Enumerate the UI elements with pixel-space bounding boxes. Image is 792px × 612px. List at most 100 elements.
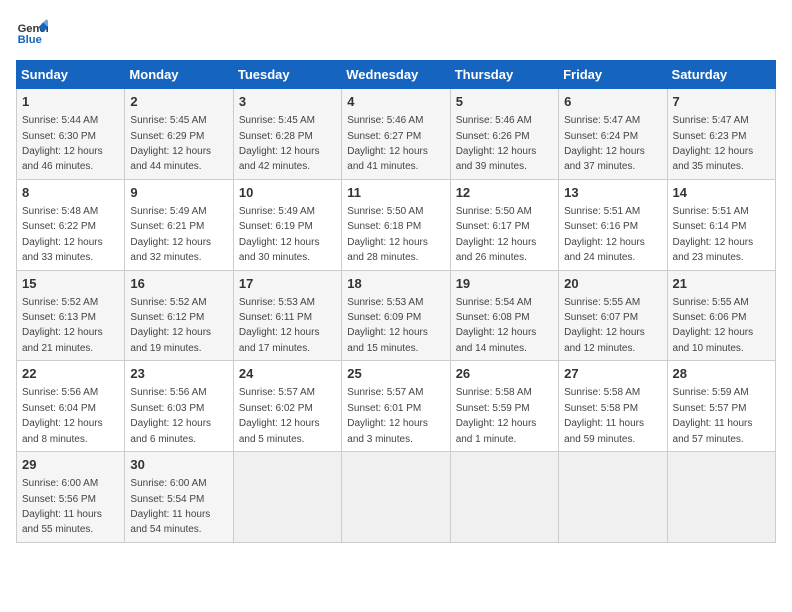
calendar-day-cell: 26 Sunrise: 5:58 AM Sunset: 5:59 PM Dayl… [450, 361, 558, 452]
day-number: 28 [673, 365, 770, 383]
sunrise-info: Sunrise: 5:53 AM [239, 297, 315, 308]
sunset-info: Sunset: 6:27 PM [347, 131, 421, 142]
sunrise-info: Sunrise: 5:49 AM [239, 206, 315, 217]
day-number: 18 [347, 275, 444, 293]
sunrise-info: Sunrise: 5:51 AM [673, 206, 749, 217]
column-header-saturday: Saturday [667, 61, 775, 89]
day-number: 30 [130, 456, 227, 474]
calendar-week-row: 15 Sunrise: 5:52 AM Sunset: 6:13 PM Dayl… [17, 270, 776, 361]
calendar-day-cell [450, 452, 558, 543]
sunrise-info: Sunrise: 5:45 AM [239, 115, 315, 126]
daylight-info: Daylight: 12 hours and 44 minutes. [130, 146, 211, 172]
sunrise-info: Sunrise: 5:52 AM [130, 297, 206, 308]
sunset-info: Sunset: 5:58 PM [564, 403, 638, 414]
daylight-info: Daylight: 12 hours and 26 minutes. [456, 237, 537, 263]
sunset-info: Sunset: 6:16 PM [564, 221, 638, 232]
calendar-day-cell: 12 Sunrise: 5:50 AM Sunset: 6:17 PM Dayl… [450, 179, 558, 270]
logo: General Blue [16, 16, 48, 48]
daylight-info: Daylight: 11 hours and 55 minutes. [22, 509, 102, 535]
daylight-info: Daylight: 12 hours and 28 minutes. [347, 237, 428, 263]
sunset-info: Sunset: 6:19 PM [239, 221, 313, 232]
calendar-day-cell: 3 Sunrise: 5:45 AM Sunset: 6:28 PM Dayli… [233, 89, 341, 180]
sunset-info: Sunset: 6:21 PM [130, 221, 204, 232]
calendar-day-cell: 5 Sunrise: 5:46 AM Sunset: 6:26 PM Dayli… [450, 89, 558, 180]
sunset-info: Sunset: 5:56 PM [22, 494, 96, 505]
sunset-info: Sunset: 6:07 PM [564, 312, 638, 323]
daylight-info: Daylight: 12 hours and 24 minutes. [564, 237, 645, 263]
sunset-info: Sunset: 6:26 PM [456, 131, 530, 142]
calendar-day-cell: 22 Sunrise: 5:56 AM Sunset: 6:04 PM Dayl… [17, 361, 125, 452]
day-number: 16 [130, 275, 227, 293]
daylight-info: Daylight: 12 hours and 8 minutes. [22, 418, 103, 444]
day-number: 6 [564, 93, 661, 111]
calendar-day-cell: 8 Sunrise: 5:48 AM Sunset: 6:22 PM Dayli… [17, 179, 125, 270]
calendar-day-cell: 10 Sunrise: 5:49 AM Sunset: 6:19 PM Dayl… [233, 179, 341, 270]
day-number: 21 [673, 275, 770, 293]
sunrise-info: Sunrise: 5:57 AM [239, 387, 315, 398]
sunrise-info: Sunrise: 5:46 AM [456, 115, 532, 126]
sunset-info: Sunset: 6:14 PM [673, 221, 747, 232]
daylight-info: Daylight: 12 hours and 42 minutes. [239, 146, 320, 172]
calendar-day-cell: 28 Sunrise: 5:59 AM Sunset: 5:57 PM Dayl… [667, 361, 775, 452]
day-number: 26 [456, 365, 553, 383]
calendar-day-cell: 20 Sunrise: 5:55 AM Sunset: 6:07 PM Dayl… [559, 270, 667, 361]
sunset-info: Sunset: 5:54 PM [130, 494, 204, 505]
daylight-info: Daylight: 12 hours and 19 minutes. [130, 327, 211, 353]
sunset-info: Sunset: 6:03 PM [130, 403, 204, 414]
daylight-info: Daylight: 12 hours and 39 minutes. [456, 146, 537, 172]
daylight-info: Daylight: 12 hours and 35 minutes. [673, 146, 754, 172]
calendar-day-cell: 19 Sunrise: 5:54 AM Sunset: 6:08 PM Dayl… [450, 270, 558, 361]
day-number: 23 [130, 365, 227, 383]
day-number: 22 [22, 365, 119, 383]
column-header-friday: Friday [559, 61, 667, 89]
sunset-info: Sunset: 6:28 PM [239, 131, 313, 142]
sunset-info: Sunset: 6:23 PM [673, 131, 747, 142]
daylight-info: Daylight: 12 hours and 37 minutes. [564, 146, 645, 172]
day-number: 5 [456, 93, 553, 111]
daylight-info: Daylight: 12 hours and 15 minutes. [347, 327, 428, 353]
daylight-info: Daylight: 12 hours and 17 minutes. [239, 327, 320, 353]
daylight-info: Daylight: 12 hours and 6 minutes. [130, 418, 211, 444]
daylight-info: Daylight: 12 hours and 23 minutes. [673, 237, 754, 263]
calendar-day-cell: 27 Sunrise: 5:58 AM Sunset: 5:58 PM Dayl… [559, 361, 667, 452]
calendar-week-row: 29 Sunrise: 6:00 AM Sunset: 5:56 PM Dayl… [17, 452, 776, 543]
calendar-day-cell: 29 Sunrise: 6:00 AM Sunset: 5:56 PM Dayl… [17, 452, 125, 543]
day-number: 11 [347, 184, 444, 202]
daylight-info: Daylight: 12 hours and 3 minutes. [347, 418, 428, 444]
day-number: 20 [564, 275, 661, 293]
calendar-week-row: 8 Sunrise: 5:48 AM Sunset: 6:22 PM Dayli… [17, 179, 776, 270]
day-number: 2 [130, 93, 227, 111]
sunset-info: Sunset: 6:12 PM [130, 312, 204, 323]
column-header-thursday: Thursday [450, 61, 558, 89]
sunrise-info: Sunrise: 5:53 AM [347, 297, 423, 308]
sunrise-info: Sunrise: 5:56 AM [130, 387, 206, 398]
sunrise-info: Sunrise: 5:49 AM [130, 206, 206, 217]
sunset-info: Sunset: 6:24 PM [564, 131, 638, 142]
daylight-info: Daylight: 12 hours and 14 minutes. [456, 327, 537, 353]
calendar-day-cell: 14 Sunrise: 5:51 AM Sunset: 6:14 PM Dayl… [667, 179, 775, 270]
column-header-wednesday: Wednesday [342, 61, 450, 89]
day-number: 17 [239, 275, 336, 293]
sunset-info: Sunset: 6:30 PM [22, 131, 96, 142]
column-header-tuesday: Tuesday [233, 61, 341, 89]
calendar-day-cell: 13 Sunrise: 5:51 AM Sunset: 6:16 PM Dayl… [559, 179, 667, 270]
sunrise-info: Sunrise: 5:57 AM [347, 387, 423, 398]
sunset-info: Sunset: 6:04 PM [22, 403, 96, 414]
daylight-info: Daylight: 12 hours and 1 minute. [456, 418, 537, 444]
daylight-info: Daylight: 12 hours and 41 minutes. [347, 146, 428, 172]
sunrise-info: Sunrise: 5:50 AM [456, 206, 532, 217]
column-header-sunday: Sunday [17, 61, 125, 89]
day-number: 13 [564, 184, 661, 202]
sunrise-info: Sunrise: 6:00 AM [22, 478, 98, 489]
day-number: 8 [22, 184, 119, 202]
calendar-day-cell [667, 452, 775, 543]
svg-text:Blue: Blue [18, 34, 42, 46]
calendar-day-cell: 15 Sunrise: 5:52 AM Sunset: 6:13 PM Dayl… [17, 270, 125, 361]
calendar-day-cell: 23 Sunrise: 5:56 AM Sunset: 6:03 PM Dayl… [125, 361, 233, 452]
calendar-week-row: 22 Sunrise: 5:56 AM Sunset: 6:04 PM Dayl… [17, 361, 776, 452]
daylight-info: Daylight: 11 hours and 54 minutes. [130, 509, 210, 535]
logo-icon: General Blue [16, 16, 48, 48]
sunset-info: Sunset: 5:57 PM [673, 403, 747, 414]
day-number: 19 [456, 275, 553, 293]
sunset-info: Sunset: 6:01 PM [347, 403, 421, 414]
